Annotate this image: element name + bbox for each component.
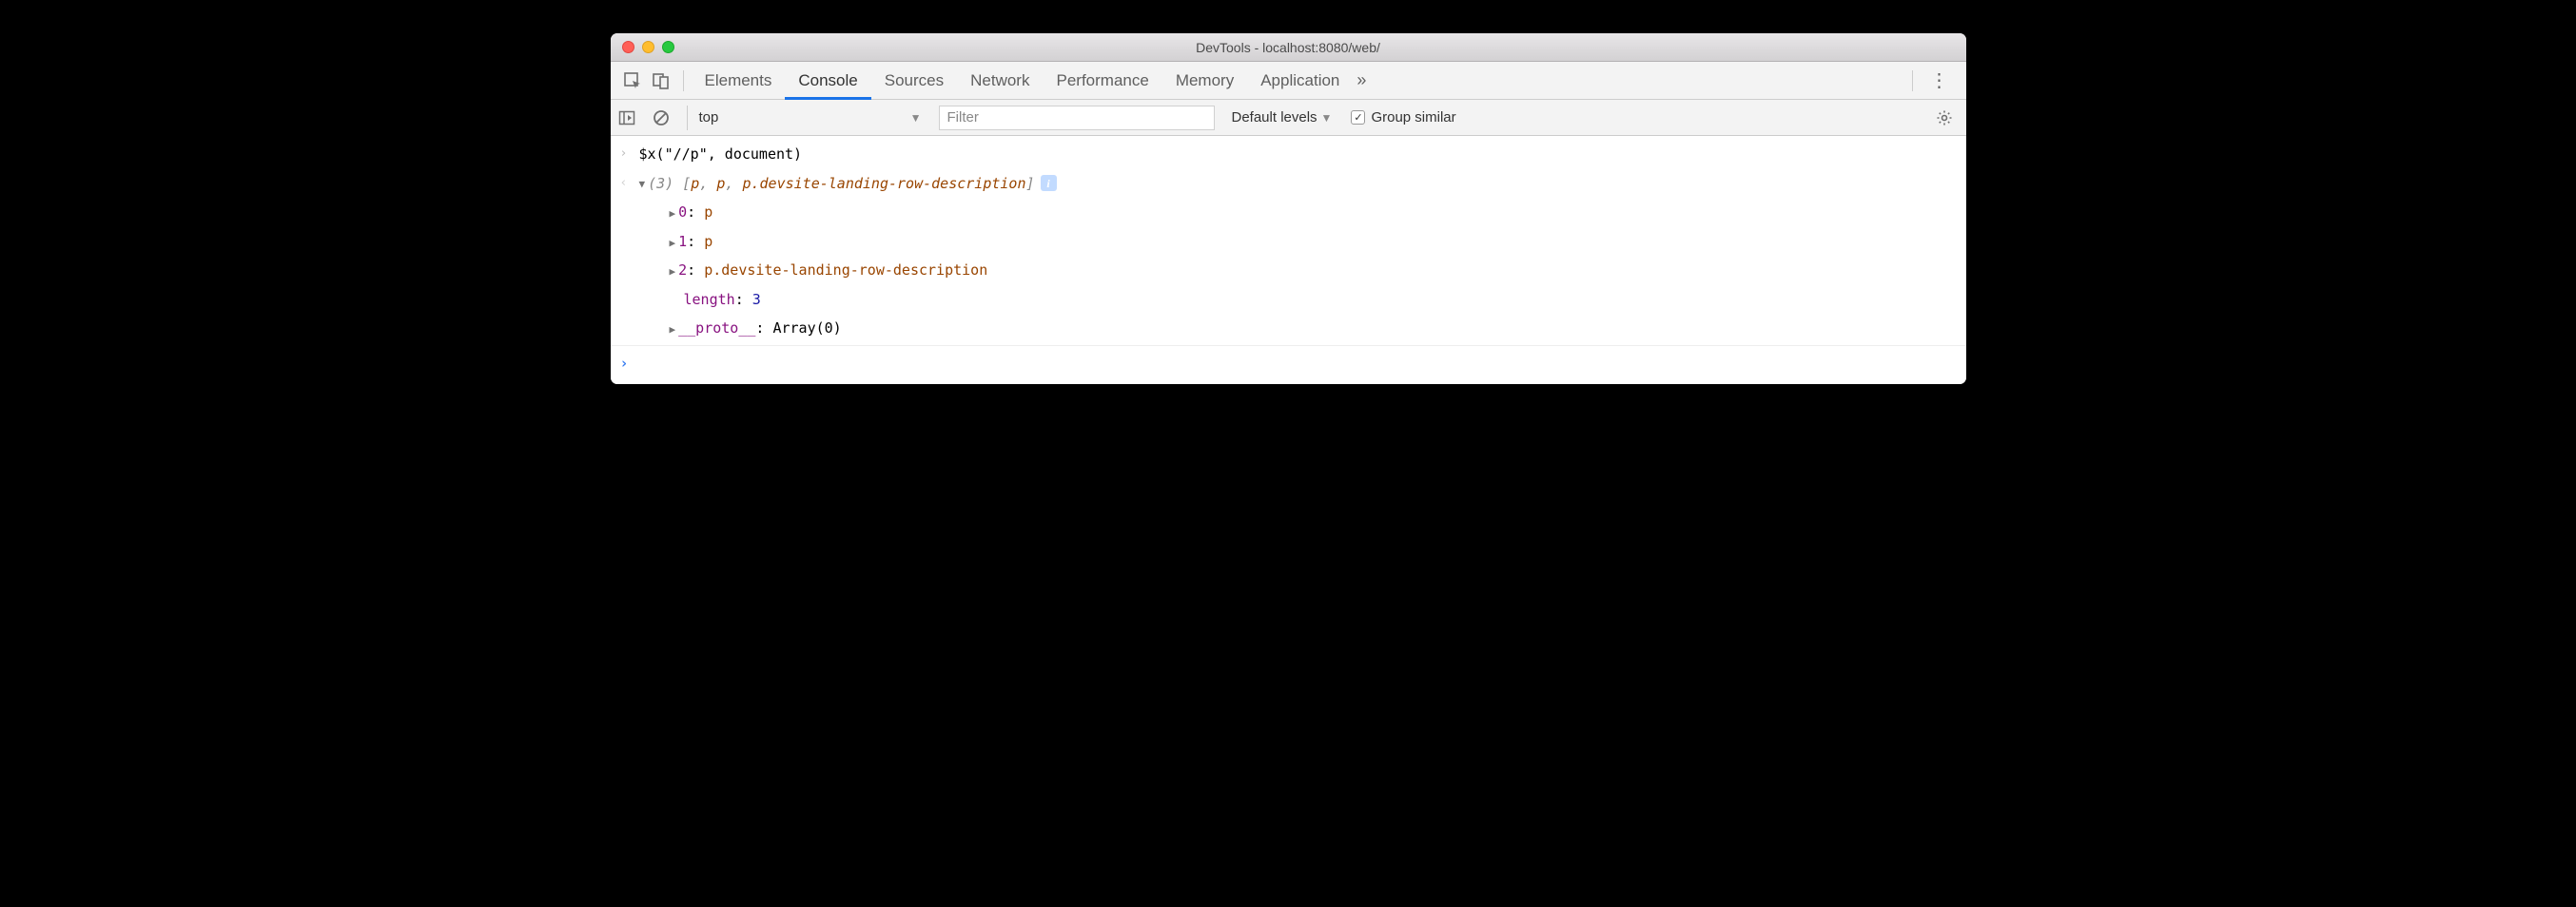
maximize-window-button[interactable] (662, 41, 674, 53)
console-input-row: › $x("//p", document) (611, 140, 1966, 169)
inspect-element-icon[interactable] (618, 71, 647, 90)
output-chevron-icon: ‹ (620, 170, 639, 198)
entry-index: 1 (678, 233, 687, 250)
proto-label: __proto__ (678, 319, 755, 337)
input-chevron-icon: › (620, 141, 639, 168)
array-preview: [p, p, p.devsite-landing-row-description… (682, 175, 1034, 192)
chevron-down-icon: ▼ (910, 111, 922, 125)
minimize-window-button[interactable] (642, 41, 654, 53)
console-settings-icon[interactable] (1936, 109, 1959, 126)
array-entry[interactable]: ▶1: p (611, 227, 1966, 257)
result-summary[interactable]: ▼(3) [p, p, p.devsite-landing-row-descri… (639, 170, 1957, 198)
tab-memory[interactable]: Memory (1162, 62, 1247, 100)
clear-console-icon[interactable] (653, 109, 677, 126)
group-similar-label: Group similar (1371, 109, 1455, 125)
chevron-down-icon: ▼ (1321, 111, 1333, 125)
length-value: 3 (752, 291, 761, 308)
context-label: top (699, 109, 719, 125)
console-input-text[interactable]: $x("//p", document) (639, 141, 1957, 168)
tab-performance[interactable]: Performance (1043, 62, 1161, 100)
close-window-button[interactable] (622, 41, 634, 53)
entry-value: p (704, 233, 712, 250)
filter-input[interactable] (939, 106, 1215, 130)
context-selector[interactable]: top ▼ (687, 106, 929, 130)
console-result-row: ‹ ▼(3) [p, p, p.devsite-landing-row-desc… (611, 169, 1966, 199)
info-badge-icon[interactable]: i (1041, 175, 1057, 191)
console-toolbar: top ▼ Default levels ▼ ✓ Group similar (611, 100, 1966, 136)
tab-sources[interactable]: Sources (871, 62, 957, 100)
collapse-triangle-icon[interactable]: ▼ (639, 175, 646, 195)
array-length: length: 3 (611, 285, 1966, 315)
log-levels-selector[interactable]: Default levels ▼ (1232, 109, 1333, 125)
traffic-lights (611, 41, 674, 53)
more-tabs-button[interactable]: » (1356, 70, 1366, 90)
tab-elements[interactable]: Elements (692, 62, 786, 100)
divider (683, 70, 684, 91)
levels-label: Default levels (1232, 109, 1317, 125)
divider (1912, 70, 1913, 91)
toggle-sidebar-icon[interactable] (618, 109, 643, 126)
tabbar: Elements Console Sources Network Perform… (611, 62, 1966, 100)
tab-console[interactable]: Console (785, 62, 870, 100)
entry-index: 0 (678, 203, 687, 221)
expand-triangle-icon[interactable]: ▶ (670, 320, 676, 340)
console-output: › $x("//p", document) ‹ ▼(3) [p, p, p.de… (611, 136, 1966, 384)
console-prompt-row[interactable]: › (611, 346, 1966, 385)
device-toolbar-icon[interactable] (647, 71, 675, 90)
settings-menu-button[interactable]: ⋮ (1921, 68, 1959, 92)
expand-triangle-icon[interactable]: ▶ (670, 204, 676, 224)
checkbox-checked-icon: ✓ (1351, 110, 1365, 125)
devtools-window: DevTools - localhost:8080/web/ Elements … (611, 33, 1966, 384)
expand-triangle-icon[interactable]: ▶ (670, 234, 676, 254)
titlebar: DevTools - localhost:8080/web/ (611, 33, 1966, 62)
proto-value: Array(0) (772, 319, 841, 337)
prompt-chevron-icon: › (620, 350, 639, 377)
entry-value: p.devsite-landing-row-description (704, 261, 987, 279)
entry-value: p (704, 203, 712, 221)
window-title: DevTools - localhost:8080/web/ (611, 40, 1966, 55)
array-count: (3) (648, 175, 673, 192)
length-label: length (684, 291, 735, 308)
group-similar-toggle[interactable]: ✓ Group similar (1351, 109, 1455, 125)
array-entry[interactable]: ▶2: p.devsite-landing-row-description (611, 256, 1966, 285)
tab-application[interactable]: Application (1247, 62, 1353, 100)
console-prompt-input[interactable] (639, 350, 1957, 377)
expand-triangle-icon[interactable]: ▶ (670, 262, 676, 282)
array-proto[interactable]: ▶__proto__: Array(0) (611, 314, 1966, 343)
tab-network[interactable]: Network (957, 62, 1043, 100)
entry-index: 2 (678, 261, 687, 279)
array-entry[interactable]: ▶0: p (611, 198, 1966, 227)
